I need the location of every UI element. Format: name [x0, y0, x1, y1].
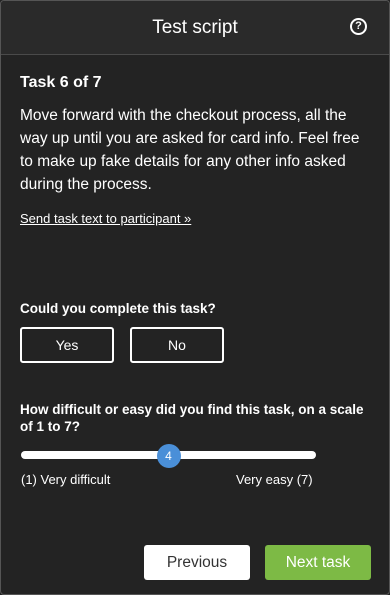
scale-max-label: Very easy (7) — [236, 472, 313, 487]
help-question-icon[interactable]: ? — [350, 18, 367, 35]
completion-question: Could you complete this task? — [20, 301, 216, 316]
difficulty-question: How difficult or easy did you find this … — [20, 402, 364, 434]
scale-min-label: (1) Very difficult — [21, 472, 111, 487]
test-script-panel: Test script ? Task 6 of 7 Move forward w… — [0, 0, 390, 595]
yes-button[interactable]: Yes — [20, 327, 114, 363]
previous-button[interactable]: Previous — [144, 545, 250, 580]
next-task-button[interactable]: Next task — [265, 545, 371, 580]
send-task-text-link[interactable]: Send task text to participant » — [20, 211, 191, 227]
no-button[interactable]: No — [130, 327, 224, 363]
panel-header: Test script ? — [1, 1, 389, 55]
panel-title: Test script — [152, 17, 238, 38]
task-counter-heading: Task 6 of 7 — [20, 74, 102, 91]
task-instructions: Move forward with the checkout process, … — [20, 107, 360, 193]
difficulty-slider-thumb[interactable]: 4 — [156, 444, 181, 468]
